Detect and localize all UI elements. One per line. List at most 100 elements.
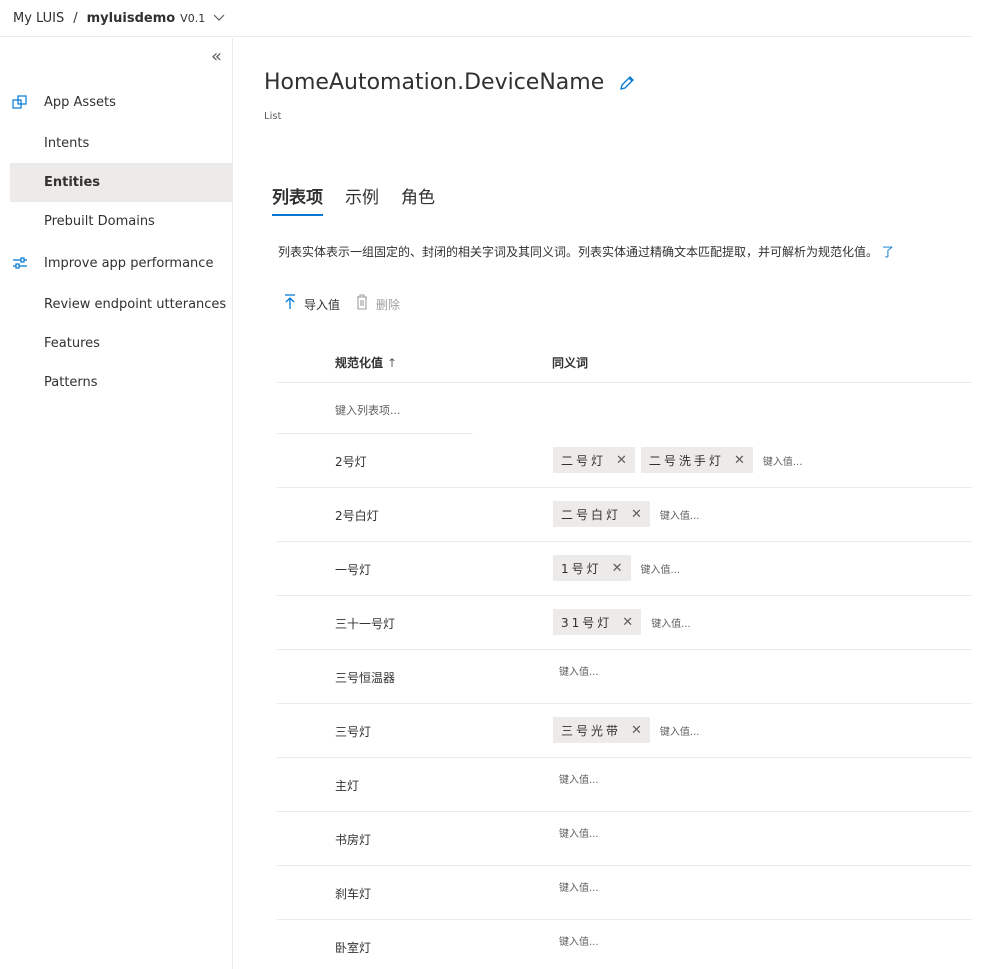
synonym-list: 键入值...	[553, 663, 599, 678]
synonym-list: 三号光带 ✕ 键入值...	[553, 717, 699, 743]
tab-bar: 列表项 示例 角色	[272, 183, 457, 216]
synonym-list: 键入值...	[553, 825, 599, 840]
breadcrumb-root[interactable]: My LUIS	[13, 11, 64, 26]
synonym-text: 二号灯	[561, 453, 607, 468]
table-row[interactable]: 2号白灯 二号白灯 ✕ 键入值...	[277, 488, 972, 542]
sidebar-item-intents[interactable]: Intents	[10, 124, 232, 163]
normalized-value[interactable]: 刹车灯	[335, 885, 371, 902]
normalized-value[interactable]: 一号灯	[335, 561, 371, 578]
sidebar-item-features[interactable]: Features	[10, 324, 232, 363]
page-header: HomeAutomation.DeviceName	[264, 70, 636, 95]
synonym-input[interactable]: 键入值...	[641, 561, 681, 576]
sidebar-item-label: Prebuilt Domains	[44, 214, 155, 229]
import-values-label: 导入值	[304, 297, 341, 312]
tab-examples[interactable]: 示例	[345, 183, 379, 216]
sidebar-item-label: Improve app performance	[44, 256, 214, 271]
sort-ascending-icon: ↑	[387, 356, 398, 370]
entity-type: List	[264, 111, 282, 122]
close-icon[interactable]: ✕	[734, 453, 745, 468]
normalized-value[interactable]: 2号灯	[335, 453, 367, 470]
close-icon[interactable]: ✕	[612, 561, 623, 576]
sidebar-item-label: Review endpoint utterances	[44, 297, 227, 312]
sidebar-item-app-assets[interactable]: App Assets	[10, 83, 232, 122]
synonym-chip: 三号光带 ✕	[553, 717, 650, 743]
description-link-fragment[interactable]: 了	[882, 245, 894, 259]
table-row[interactable]: 书房灯 键入值...	[277, 812, 972, 866]
sidebar: « App Assets Intents Entities Prebuilt D…	[0, 38, 233, 969]
close-icon[interactable]: ✕	[622, 615, 633, 630]
sidebar-item-label: Entities	[44, 175, 101, 190]
normalized-value[interactable]: 卧室灯	[335, 939, 371, 956]
page-title: HomeAutomation.DeviceName	[264, 70, 605, 95]
synonym-list: 1号灯 ✕ 键入值...	[553, 555, 680, 581]
sidebar-item-label: Intents	[44, 136, 90, 151]
sidebar-item-patterns[interactable]: Patterns	[10, 363, 232, 402]
sidebar-item-entities[interactable]: Entities	[10, 163, 232, 202]
synonym-list: 二号白灯 ✕ 键入值...	[553, 501, 699, 527]
synonym-input[interactable]: 键入值...	[660, 723, 700, 738]
synonym-chip: 二号洗手灯 ✕	[640, 447, 753, 473]
synonym-text: 31号灯	[561, 615, 613, 630]
synonym-chip: 二号白灯 ✕	[553, 501, 650, 527]
synonym-chip: 1号灯 ✕	[553, 555, 631, 581]
list-items-table: 规范化值 ↑ 同义词 键入列表项... 2号灯 二号灯 ✕ 二号洗手灯 ✕ 键入值... 2号…	[277, 340, 972, 969]
command-bar: 导入值 删除	[284, 294, 416, 314]
table-row[interactable]: 刹车灯 键入值...	[277, 866, 972, 920]
normalized-value[interactable]: 三号灯	[335, 723, 371, 740]
sidebar-item-label: Patterns	[44, 375, 98, 390]
normalized-value[interactable]: 三十一号灯	[335, 615, 395, 632]
synonym-input[interactable]: 键入值...	[763, 453, 803, 468]
normalized-value[interactable]: 书房灯	[335, 831, 371, 848]
synonym-input[interactable]: 键入值...	[559, 771, 599, 786]
pencil-icon[interactable]	[618, 74, 636, 92]
synonym-list: 键入值...	[553, 771, 599, 786]
table-row[interactable]: 一号灯 1号灯 ✕ 键入值...	[277, 542, 972, 596]
synonym-input[interactable]: 键入值...	[559, 879, 599, 894]
synonym-text: 二号洗手灯	[648, 453, 724, 468]
app-assets-icon	[12, 94, 28, 110]
synonym-list: 键入值...	[553, 933, 599, 948]
synonym-input[interactable]: 键入值...	[651, 615, 691, 630]
sidebar-item-prebuilt-domains[interactable]: Prebuilt Domains	[10, 202, 232, 241]
upload-icon	[284, 294, 296, 314]
sidebar-item-review-endpoint[interactable]: Review endpoint utterances	[10, 285, 232, 324]
sidebar-item-label: Features	[44, 336, 100, 351]
synonym-list: 二号灯 ✕ 二号洗手灯 ✕ 键入值...	[553, 447, 802, 473]
normalized-value[interactable]: 2号白灯	[335, 507, 379, 524]
close-icon[interactable]: ✕	[631, 507, 642, 522]
synonym-chip: 二号灯 ✕	[553, 447, 635, 473]
close-icon[interactable]: ✕	[616, 453, 627, 468]
synonym-input[interactable]: 键入值...	[559, 663, 599, 678]
delete-button[interactable]: 删除	[356, 294, 400, 314]
app-name[interactable]: myluisdemo	[87, 11, 176, 26]
import-values-button[interactable]: 导入值	[284, 294, 340, 314]
table-header: 规范化值 ↑ 同义词	[277, 340, 972, 383]
table-row[interactable]: 主灯 键入值...	[277, 758, 972, 812]
table-row[interactable]: 三十一号灯 31号灯 ✕ 键入值...	[277, 596, 972, 650]
normalized-value[interactable]: 主灯	[335, 777, 359, 794]
new-list-item-input[interactable]: 键入列表项...	[335, 402, 401, 418]
synonym-list: 键入值...	[553, 879, 599, 894]
synonym-input[interactable]: 键入值...	[559, 825, 599, 840]
synonym-text: 1号灯	[561, 561, 602, 576]
synonym-input[interactable]: 键入值...	[660, 507, 700, 522]
sidebar-item-label: App Assets	[44, 95, 116, 110]
chevron-down-icon[interactable]	[213, 12, 225, 25]
normalized-value[interactable]: 三号恒温器	[335, 669, 395, 686]
table-row[interactable]: 三号灯 三号光带 ✕ 键入值...	[277, 704, 972, 758]
collapse-sidebar-icon[interactable]: «	[211, 46, 222, 67]
tab-list-items[interactable]: 列表项	[272, 183, 323, 216]
close-icon[interactable]: ✕	[631, 723, 642, 738]
app-version[interactable]: V0.1	[180, 12, 205, 25]
column-header-synonyms: 同义词	[552, 356, 589, 370]
column-header-normalized-value[interactable]: 规范化值 ↑	[335, 354, 397, 371]
table-row[interactable]: 卧室灯 键入值...	[277, 920, 972, 969]
synonym-list: 31号灯 ✕ 键入值...	[553, 609, 691, 635]
sidebar-item-improve-performance[interactable]: Improve app performance	[10, 244, 232, 283]
table-row[interactable]: 三号恒温器 键入值...	[277, 650, 972, 704]
tab-roles[interactable]: 角色	[401, 183, 435, 216]
new-item-row: 键入列表项...	[277, 383, 972, 434]
synonym-text: 三号光带	[561, 723, 622, 738]
table-row[interactable]: 2号灯 二号灯 ✕ 二号洗手灯 ✕ 键入值...	[277, 434, 972, 488]
synonym-input[interactable]: 键入值...	[559, 933, 599, 948]
